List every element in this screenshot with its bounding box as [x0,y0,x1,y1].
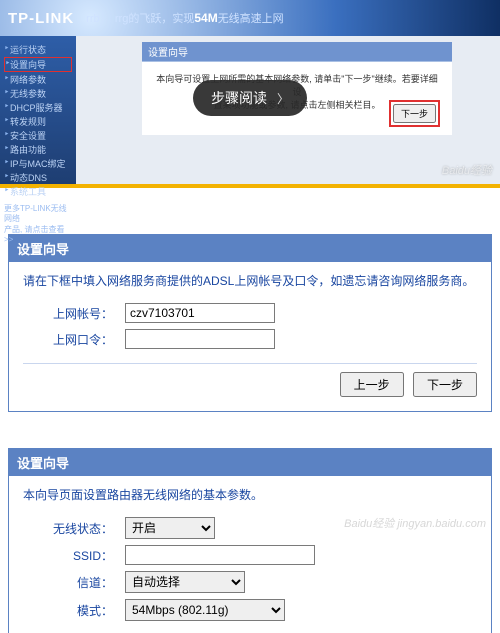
ssid-input[interactable] [125,545,315,565]
sidebar-item-forward[interactable]: 转发规则 [4,115,72,128]
button-row: 上一步 下一步 [23,363,477,397]
sidebar-item-routing[interactable]: 路由功能 [4,143,72,156]
sidebar-item-dhcp[interactable]: DHCP服务器 [4,101,72,114]
chevron-right-icon: 〉 [277,90,289,107]
sidebar-item-wireless[interactable]: 无线参数 [4,87,72,100]
router-admin-screenshot: TP-LINK rrb rrg的飞跃，实现54M无线高速上网 运行状态 设置向导… [0,0,500,188]
tplink-logo: TP-LINK [8,11,74,26]
wireless-state-label: 无线状态： [23,520,113,537]
next-button[interactable]: 下一步 [393,104,436,123]
header-banner: rrb rrg的飞跃，实现54M无线高速上网 [86,10,284,26]
prev-button[interactable]: 上一步 [340,372,404,397]
sidebar: 运行状态 设置向导 网络参数 无线参数 DHCP服务器 转发规则 安全设置 路由… [0,36,76,184]
ssid-label: SSID： [23,547,113,564]
panel-title: 设置向导 [9,449,491,476]
wireless-hint: 本向导页面设置路由器无线网络的基本参数。 [23,486,477,505]
panel-title: 设置向导 [9,235,491,262]
step-read-overlay[interactable]: 步骤阅读 〉 [193,80,307,116]
account-input[interactable] [125,303,275,323]
password-label: 上网口令： [23,331,113,348]
password-input[interactable] [125,329,275,349]
header: TP-LINK rrb rrg的飞跃，实现54M无线高速上网 [0,0,500,36]
sidebar-item-system[interactable]: 系统工具 [4,185,72,198]
channel-label: 信道： [23,574,113,591]
next-highlight: 下一步 [389,100,440,127]
channel-select[interactable]: 自动选择 [125,571,245,593]
sidebar-item-wizard[interactable]: 设置向导 [4,57,72,72]
sidebar-footer: 更多TP-LINK无线网络 产品, 请点击查看 >> [4,204,72,246]
sidebar-item-status[interactable]: 运行状态 [4,43,72,56]
wireless-state-select[interactable]: 开启 [125,517,215,539]
panel-title: 设置向导 [142,42,452,61]
overlay-label: 步骤阅读 [211,88,267,108]
sidebar-item-ddns[interactable]: 动态DNS [4,171,72,184]
watermark: Baidu经验 [442,162,492,178]
next-button[interactable]: 下一步 [413,372,477,397]
mode-label: 模式： [23,602,113,619]
watermark: Baidu经验 jingyan.baidu.com [344,515,486,531]
adsl-hint: 请在下框中填入网络服务商提供的ADSL上网帐号及口令，如遗忘请咨询网络服务商。 [23,272,477,291]
account-label: 上网帐号： [23,305,113,322]
sidebar-item-ipmac[interactable]: IP与MAC绑定 [4,157,72,170]
mode-select[interactable]: 54Mbps (802.11g) [125,599,285,621]
wizard-adsl-panel: 设置向导 请在下框中填入网络服务商提供的ADSL上网帐号及口令，如遗忘请咨询网络… [8,234,492,412]
sidebar-item-network[interactable]: 网络参数 [4,73,72,86]
sidebar-item-security[interactable]: 安全设置 [4,129,72,142]
